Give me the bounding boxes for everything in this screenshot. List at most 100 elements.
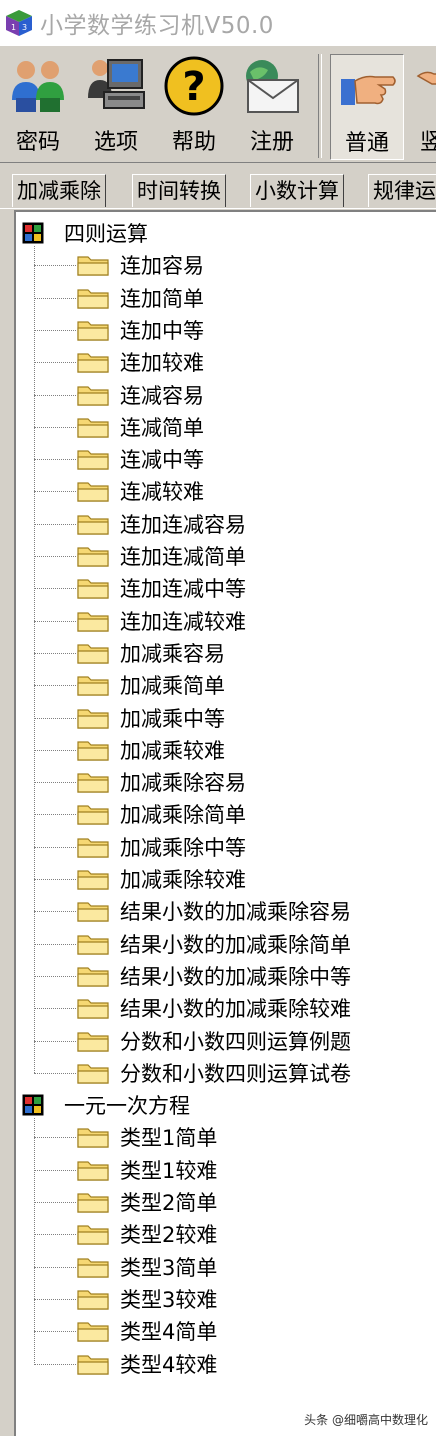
- tree-item[interactable]: 分数和小数四则运算例题: [76, 1026, 351, 1056]
- tree-connector-line: [34, 523, 76, 525]
- tree-item[interactable]: 连加连减较难: [76, 606, 246, 636]
- category-grid-icon: [22, 222, 44, 244]
- folder-icon: [76, 350, 110, 374]
- tree-item[interactable]: 加减乘较难: [76, 735, 225, 765]
- tree-connector-line: [34, 717, 76, 719]
- tree-item[interactable]: 加减乘除容易: [76, 767, 246, 797]
- tree-item[interactable]: 结果小数的加减乘除中等: [76, 961, 351, 991]
- tree-item[interactable]: 连加连减中等: [76, 573, 246, 603]
- tree-root-label: 四则运算: [64, 222, 148, 246]
- tree-connector-line: [34, 1331, 76, 1333]
- tree-item[interactable]: 结果小数的加减乘除容易: [76, 896, 351, 926]
- tree-item[interactable]: 类型1简单: [76, 1122, 217, 1152]
- tree-item[interactable]: 类型1较难: [76, 1155, 217, 1185]
- normal-mode-label: 普通: [344, 131, 389, 156]
- watermark: 头条 @细嚼高中数理化: [304, 1413, 428, 1427]
- folder-icon: [76, 576, 110, 600]
- tree-item[interactable]: 结果小数的加减乘除较难: [76, 993, 351, 1023]
- normal-mode-button[interactable]: 普通: [330, 54, 404, 160]
- users-icon: [6, 54, 70, 118]
- tree-item[interactable]: 连加容易: [76, 250, 204, 280]
- folder-icon: [76, 609, 110, 633]
- tree-item[interactable]: 加减乘简单: [76, 670, 225, 700]
- tree-connector-line: [34, 685, 76, 687]
- hand-vertical-icon: [406, 54, 436, 118]
- tree-item[interactable]: 加减乘除简单: [76, 799, 246, 829]
- category-grid-icon: [22, 1094, 44, 1116]
- password-button[interactable]: 密码: [2, 54, 74, 158]
- tree-item[interactable]: 连减中等: [76, 444, 204, 474]
- options-label: 选项: [93, 130, 138, 155]
- tree-item[interactable]: 连加简单: [76, 283, 204, 313]
- folder-icon: [76, 544, 110, 568]
- tree-item[interactable]: 类型3简单: [76, 1252, 217, 1282]
- tree-item[interactable]: 类型4简单: [76, 1316, 217, 1346]
- tree-item-label: 结果小数的加减乘除中等: [120, 964, 351, 989]
- tree-item-label: 分数和小数四则运算试卷: [120, 1061, 351, 1086]
- tab-time-conversion[interactable]: 时间转换: [132, 174, 226, 207]
- tab-patterns[interactable]: 规律运: [368, 174, 436, 207]
- tree-item[interactable]: 连加连减容易: [76, 509, 246, 539]
- tree-item[interactable]: 加减乘除较难: [76, 864, 246, 894]
- tree-item[interactable]: 加减乘中等: [76, 703, 225, 733]
- tree-item[interactable]: 分数和小数四则运算试卷: [76, 1058, 351, 1088]
- options-button[interactable]: 选项: [80, 54, 152, 158]
- tree-connector-line: [34, 879, 76, 880]
- folder-icon: [76, 1125, 110, 1149]
- tree-item[interactable]: 加减乘容易: [76, 638, 225, 668]
- tree-item[interactable]: 类型2较难: [76, 1219, 217, 1249]
- tree-item[interactable]: 类型4较难: [76, 1349, 217, 1379]
- tree-item-label: 结果小数的加减乘除简单: [120, 932, 351, 957]
- folder-icon: [76, 932, 110, 956]
- help-button[interactable]: ? 帮助: [158, 54, 230, 158]
- vertical-mode-button[interactable]: 竖: [406, 54, 436, 158]
- tree-item-label: 类型3简单: [120, 1255, 218, 1280]
- tree-item-label: 类型4较难: [120, 1352, 218, 1377]
- folder-icon: [76, 835, 110, 859]
- tree-connector-line: [34, 1234, 76, 1236]
- tab-strip: 加减乘除 时间转换 小数计算 规律运: [0, 168, 436, 209]
- tree-item[interactable]: 连减容易: [76, 380, 204, 410]
- tree-connector-line: [34, 1137, 76, 1139]
- tree-item[interactable]: 类型2简单: [76, 1187, 217, 1217]
- folder-icon: [76, 673, 110, 697]
- folder-icon: [76, 1158, 110, 1182]
- tree-item-label: 加减乘较难: [120, 738, 225, 763]
- tree-root-node[interactable]: 四则运算: [22, 218, 148, 248]
- tree-connector-line: [34, 943, 76, 945]
- help-label: 帮助: [171, 130, 216, 155]
- tree-connector-line: [34, 362, 76, 364]
- tree-connector-line: [34, 911, 76, 913]
- folder-icon: [76, 899, 110, 923]
- tree-item[interactable]: 连加中等: [76, 315, 204, 345]
- tree-connector-line: [34, 1040, 76, 1042]
- tab-decimal-calc[interactable]: 小数计算: [250, 174, 344, 207]
- tree-item-label: 加减乘除简单: [120, 803, 246, 828]
- folder-icon: [76, 996, 110, 1020]
- folder-icon: [76, 964, 110, 988]
- tree-item-label: 连加较难: [120, 351, 204, 376]
- folder-icon: [76, 479, 110, 503]
- tree-item[interactable]: 类型3较难: [76, 1284, 217, 1314]
- tree-item[interactable]: 结果小数的加减乘除简单: [76, 929, 351, 959]
- tree-item[interactable]: 连减较难: [76, 476, 204, 506]
- svg-text:1: 1: [11, 23, 16, 32]
- tree-connector-line: [34, 1298, 76, 1300]
- tree-item[interactable]: 连加连减简单: [76, 541, 246, 571]
- tree-item-label: 连加连减中等: [120, 577, 246, 602]
- hand-icon: [335, 55, 399, 119]
- tree-item[interactable]: 加减乘除中等: [76, 832, 246, 862]
- tree-root-node[interactable]: 一元一次方程: [22, 1090, 190, 1120]
- tree-connector-line: [34, 1072, 76, 1074]
- tree-item-label: 连减较难: [120, 480, 204, 505]
- tree-item-label: 类型4简单: [120, 1320, 218, 1345]
- register-button[interactable]: 注册: [236, 54, 308, 158]
- tree-item-label: 类型2简单: [120, 1191, 218, 1215]
- tree-item[interactable]: 连加较难: [76, 347, 204, 377]
- tree-item-label: 连加中等: [120, 318, 204, 343]
- password-label: 密码: [15, 130, 60, 155]
- tree-connector-line: [34, 491, 76, 493]
- tree-connector-line: [34, 394, 76, 396]
- tree-item[interactable]: 连减简单: [76, 412, 204, 442]
- tab-arithmetic[interactable]: 加减乘除: [12, 174, 106, 207]
